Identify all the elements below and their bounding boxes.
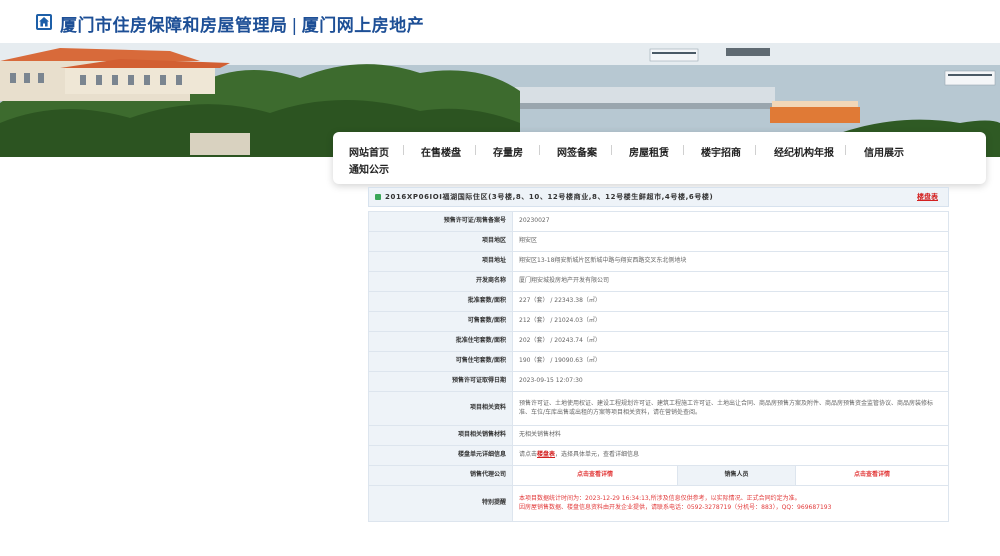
nav-item-notices[interactable]: 通知公示	[349, 161, 389, 176]
special-notice: 本项目数据统计时间为：2023-12-29 16:34:13,所涉及信息仅供参考…	[512, 485, 949, 522]
main-navigation: 网站首页 在售楼盘 存量房 网签备案 房屋租赁 楼宇招商 经纪机构年报 信用展示…	[333, 132, 986, 184]
home-logo-icon[interactable]	[36, 14, 52, 30]
nav-item-rental[interactable]: 房屋租赁	[629, 144, 669, 159]
special-notice-line-1: 本项目数据统计时间为：2023-12-29 16:34:13,所涉及信息仅供参考…	[519, 495, 801, 503]
row-value: 翔安区13-18翔安新城片区新城中路与翔安西路交叉东北侧地块	[512, 251, 949, 272]
row-label: 可售住宅套数/面积	[368, 351, 513, 372]
row-value: 无相关销售材料	[512, 425, 949, 446]
table-row: 项目相关资料 预售许可证、土地使用权证、建设工程规划许可证、建筑工程施工许可证、…	[368, 391, 949, 426]
site-title-main: 厦门市住房保障和房屋管理局	[60, 16, 288, 36]
table-row: 预售许可证/现售备案号 20230027	[368, 211, 949, 232]
table-row: 楼盘单元详细信息 请点击楼盘表，选择具体单元，查看详细信息	[368, 445, 949, 466]
nav-divider	[403, 145, 404, 155]
building-table-link[interactable]: 楼盘表	[917, 192, 938, 202]
sales-staff-label: 销售人员	[677, 465, 796, 486]
nav-divider	[611, 145, 612, 155]
site-header: 厦门市住房保障和房屋管理局 | 厦门网上房地产	[0, 0, 1000, 43]
row-value: 190（套） / 19090.63（㎡）	[512, 351, 949, 372]
row-value: 翔安区	[512, 231, 949, 252]
special-notice-label: 特别提醒	[368, 485, 513, 522]
row-label: 项目相关资料	[368, 391, 513, 426]
row-value: 厦门翔安城投房地产开发有限公司	[512, 271, 949, 292]
table-row: 批准套数/面积 227（套） / 22343.38（㎡）	[368, 291, 949, 312]
row-value: 预售许可证、土地使用权证、建设工程规划许可证、建筑工程施工许可证、土地出让合同、…	[512, 391, 949, 426]
site-title[interactable]: 厦门市住房保障和房屋管理局 | 厦门网上房地产	[60, 11, 424, 36]
row-label: 开发商名称	[368, 271, 513, 292]
nav-item-for-sale[interactable]: 在售楼盘	[421, 144, 461, 159]
nav-item-online-contract[interactable]: 网签备案	[557, 144, 597, 159]
nav-item-existing-housing[interactable]: 存量房	[493, 144, 523, 159]
table-row: 批准住宅套数/面积 202（套） / 20243.74（㎡）	[368, 331, 949, 352]
nav-divider	[845, 145, 846, 155]
row-label: 项目相关销售材料	[368, 425, 513, 446]
row-label: 楼盘单元详细信息	[368, 445, 513, 466]
row-label: 批准住宅套数/面积	[368, 331, 513, 352]
title-separator: |	[291, 16, 298, 36]
project-info-table: 预售许可证/现售备案号 20230027 项目地区 翔安区 项目地址 翔安区13…	[368, 211, 949, 522]
nav-item-credit[interactable]: 信用展示	[864, 144, 904, 159]
special-notice-line-2: 因房屋销售数据、楼盘信息资料由开发企业提供，请联系电话：0592-3278719…	[519, 503, 832, 511]
row-label: 预售许可证取得日期	[368, 371, 513, 392]
unit-info-suffix: ，选择具体单元，查看详细信息	[555, 451, 640, 459]
agency-details-link[interactable]: 点击查看详情	[512, 465, 678, 486]
table-row: 可售住宅套数/面积 190（套） / 19090.63（㎡）	[368, 351, 949, 372]
sales-staff-details-link[interactable]: 点击查看详情	[795, 465, 949, 486]
nav-divider	[475, 145, 476, 155]
nav-item-building-leasing[interactable]: 楼宇招商	[701, 144, 741, 159]
row-value: 227（套） / 22343.38（㎡）	[512, 291, 949, 312]
nav-item-home[interactable]: 网站首页	[349, 144, 389, 159]
project-header: 2016XP06IOI福湖国际住区(3号楼,8、10、12号楼商业,8、12号楼…	[368, 187, 949, 207]
agency-label: 销售代理公司	[368, 465, 513, 486]
building-table-inline-link[interactable]: 楼盘表	[537, 451, 555, 458]
row-value: 2023-09-15 12:07:30	[512, 371, 949, 392]
table-row: 开发商名称 厦门翔安城投房地产开发有限公司	[368, 271, 949, 292]
site-title-sub: 厦门网上房地产	[301, 16, 425, 36]
row-label: 预售许可证/现售备案号	[368, 211, 513, 232]
nav-item-agency-reports[interactable]: 经纪机构年报	[774, 144, 834, 159]
table-row: 项目地址 翔安区13-18翔安新城片区新城中路与翔安西路交叉东北侧地块	[368, 251, 949, 272]
row-value: 请点击楼盘表，选择具体单元，查看详细信息	[512, 445, 949, 466]
table-row: 预售许可证取得日期 2023-09-15 12:07:30	[368, 371, 949, 392]
row-label: 可售套数/面积	[368, 311, 513, 332]
table-row: 项目地区 翔安区	[368, 231, 949, 252]
nav-divider	[539, 145, 540, 155]
checkbox-icon	[375, 194, 381, 200]
table-row: 销售代理公司 点击查看详情 销售人员 点击查看详情	[368, 465, 949, 486]
table-row: 特别提醒 本项目数据统计时间为：2023-12-29 16:34:13,所涉及信…	[368, 485, 949, 522]
nav-divider	[755, 145, 756, 155]
row-label: 项目地区	[368, 231, 513, 252]
row-value: 202（套） / 20243.74（㎡）	[512, 331, 949, 352]
row-value: 212（套） / 21024.03（㎡）	[512, 311, 949, 332]
row-label: 项目地址	[368, 251, 513, 272]
table-row: 可售套数/面积 212（套） / 21024.03（㎡）	[368, 311, 949, 332]
nav-divider	[683, 145, 684, 155]
row-label: 批准套数/面积	[368, 291, 513, 312]
table-row: 项目相关销售材料 无相关销售材料	[368, 425, 949, 446]
unit-info-prefix: 请点击	[519, 451, 538, 459]
row-value: 20230027	[512, 211, 949, 232]
project-name: 2016XP06IOI福湖国际住区(3号楼,8、10、12号楼商业,8、12号楼…	[385, 193, 714, 201]
